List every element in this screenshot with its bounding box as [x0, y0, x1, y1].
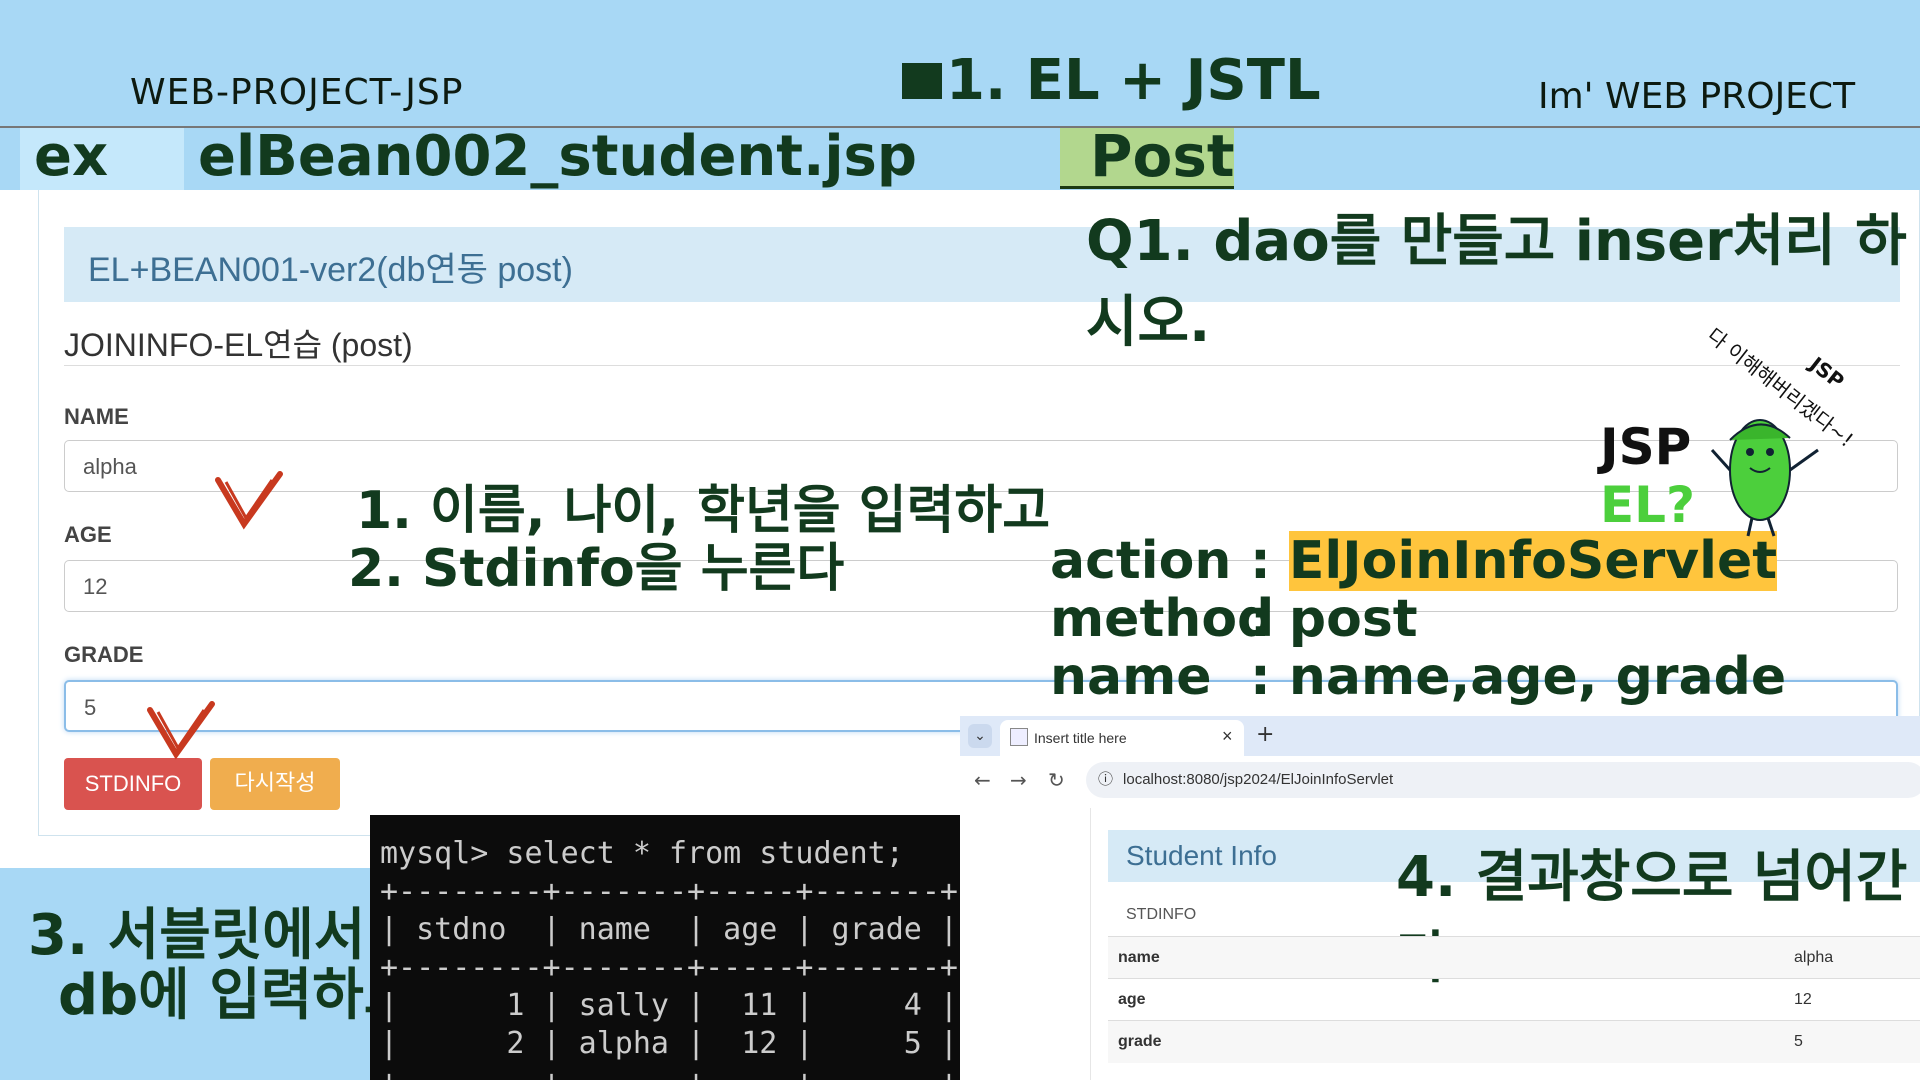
method-value: post — [1288, 589, 1418, 649]
table-row: age 12 — [1108, 978, 1920, 1021]
table-row: name alpha — [1108, 936, 1920, 979]
square-bullet-icon — [902, 63, 942, 99]
tab-dropdown-icon[interactable]: ⌄ — [968, 724, 992, 748]
site-info-icon[interactable]: ⓘ — [1098, 762, 1113, 798]
project-title-right: Im' WEB PROJECT — [1538, 76, 1856, 117]
name-key: name — [1050, 647, 1212, 707]
name-label: NAME — [64, 404, 129, 429]
close-tab-icon[interactable]: × — [1222, 726, 1233, 747]
address-url: localhost:8080/jsp2024/ElJoinInfoServlet — [1123, 771, 1394, 788]
form-legend: JOININFO-EL연습 (post) — [64, 327, 413, 363]
new-tab-icon[interactable]: + — [1256, 722, 1274, 747]
step3-note-line2: db에 입력하고 — [58, 963, 416, 1028]
browser-tab[interactable]: Insert title here × — [1000, 720, 1244, 756]
check-mark-icon — [215, 471, 283, 530]
reset-button[interactable]: 다시작성 — [210, 758, 340, 810]
form-panel-title: EL+BEAN001-ver2(db연동 post) — [88, 251, 573, 289]
terminal-row: | 1 | sally | 11 | 4 | — [380, 988, 958, 1023]
mascot-el-label: EL? — [1600, 476, 1696, 534]
file-name: elBean002_student.jsp — [198, 124, 917, 189]
ex-label: ex — [34, 124, 109, 189]
back-arrow-icon[interactable]: ← — [974, 768, 991, 792]
step2-note: 2. Stdinfo을 누른다 — [348, 539, 845, 599]
row-value: 12 — [1794, 991, 1812, 1008]
terminal-prompt: mysql> select * from student; — [380, 836, 904, 871]
action-key: action — [1050, 531, 1232, 591]
row-value: 5 — [1794, 1033, 1803, 1050]
section-title-text: 1. EL + JSTL — [946, 48, 1321, 113]
terminal-border: +--------+-------+-----+-------+ — [380, 1063, 1018, 1080]
name-sep: : — [1250, 647, 1271, 707]
legend-divider — [64, 365, 1900, 366]
address-bar[interactable]: ⓘ localhost:8080/jsp2024/ElJoinInfoServle… — [1086, 762, 1920, 798]
content-border — [1090, 808, 1091, 1080]
method-sep: : — [1250, 589, 1271, 649]
question-note: Q1. dao를 만들고 inser처리 하시오. — [1086, 209, 1907, 355]
stdinfo-section-label: STDINFO — [1126, 906, 1197, 923]
tab-favicon-icon — [1010, 728, 1028, 746]
tab-title: Insert title here — [1034, 730, 1127, 746]
check-mark-icon — [147, 701, 215, 760]
grade-label: GRADE — [64, 642, 144, 667]
action-value: ElJoinInfoServlet — [1288, 531, 1778, 591]
method-badge: Post — [1090, 122, 1235, 190]
name-value: name,age, grade — [1288, 647, 1787, 707]
row-value: alpha — [1794, 949, 1834, 966]
action-sep: : — [1250, 531, 1271, 591]
method-key: method — [1050, 589, 1275, 649]
student-info-title: Student Info — [1126, 840, 1278, 871]
name-line: name: name,age, grade — [1050, 648, 1786, 706]
terminal-row: | 2 | alpha | 12 | 5 | — [380, 1026, 958, 1061]
servlet-info: action: ElJoinInfoServlet method: post n… — [1050, 531, 1786, 706]
table-row: grade 5 — [1108, 1020, 1920, 1063]
stdinfo-button[interactable]: STDINFO — [64, 758, 202, 810]
age-label: AGE — [64, 522, 112, 547]
row-key: grade — [1118, 1033, 1162, 1050]
forward-arrow-icon[interactable]: → — [1010, 768, 1027, 792]
row-key: name — [1118, 949, 1160, 966]
row-key: age — [1118, 991, 1146, 1008]
method-line: method: post — [1050, 590, 1786, 648]
mysql-terminal: mysql> select * from student; +--------+-… — [370, 815, 1018, 1080]
section-title: 1. EL + JSTL — [902, 48, 1321, 113]
mascot-jsp-label: JSP — [1600, 418, 1692, 476]
terminal-border: +--------+-------+-----+-------+ — [380, 874, 958, 909]
reload-icon[interactable]: ↻ — [1048, 768, 1065, 792]
terminal-header: | stdno | name | age | grade | — [380, 912, 958, 947]
project-title-left: WEB-PROJECT-JSP — [130, 72, 464, 113]
action-line: action: ElJoinInfoServlet — [1050, 531, 1786, 591]
terminal-border: +--------+-------+-----+-------+ — [380, 950, 958, 985]
